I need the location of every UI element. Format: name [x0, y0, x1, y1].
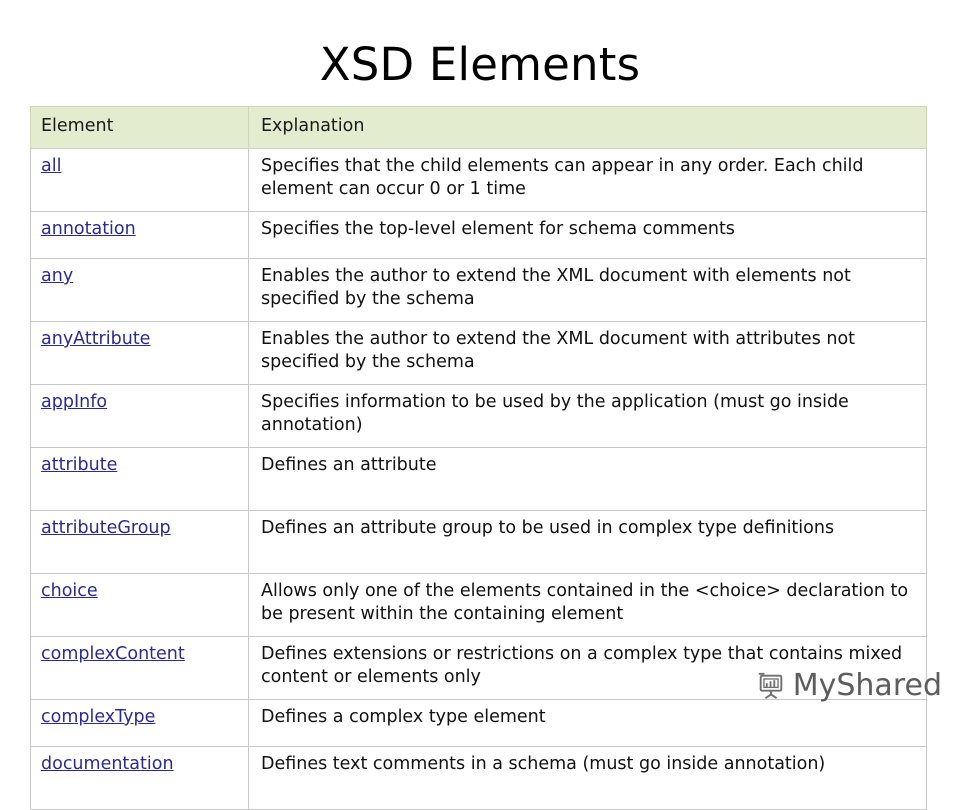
table-row: all Specifies that the child elements can…	[30, 148, 927, 212]
element-cell: all	[30, 148, 249, 212]
element-link[interactable]: complexType	[41, 707, 155, 727]
table-row: any Enables the author to extend the XML …	[30, 258, 927, 322]
element-cell: appInfo	[30, 384, 249, 448]
table-row: annotation Specifies the top-level elemen…	[30, 211, 927, 259]
element-cell: attribute	[30, 447, 249, 511]
element-link[interactable]: complexContent	[41, 644, 185, 664]
table-row: documentation Defines text comments in a …	[30, 746, 927, 810]
explanation-cell: Specifies that the child elements can ap…	[248, 148, 927, 212]
element-cell: choice	[30, 573, 249, 637]
explanation-cell: Defines an attribute group to be used in…	[248, 510, 927, 574]
table-row: attribute Defines an attribute	[30, 447, 927, 511]
table-header: Element Explanation	[30, 106, 927, 149]
explanation-cell: Defines extensions or restrictions on a …	[248, 636, 927, 700]
table-row: appInfo Specifies information to be used …	[30, 384, 927, 448]
slide: XSD Elements Element Explanation all Spec…	[0, 0, 960, 810]
element-link[interactable]: anyAttribute	[41, 329, 150, 349]
table-row: complexType Defines a complex type elemen…	[30, 699, 927, 747]
table-row: anyAttribute Enables the author to extend…	[30, 321, 927, 385]
element-cell: anyAttribute	[30, 321, 249, 385]
element-cell: annotation	[30, 211, 249, 259]
explanation-cell: Allows only one of the elements containe…	[248, 573, 927, 637]
page-title: XSD Elements	[319, 38, 641, 91]
explanation-cell: Defines an attribute	[248, 447, 927, 511]
table-body: all Specifies that the child elements can…	[30, 148, 927, 810]
element-cell: complexType	[30, 699, 249, 747]
explanation-cell: Enables the author to extend the XML doc…	[248, 321, 927, 385]
element-link[interactable]: documentation	[41, 754, 174, 774]
explanation-cell: Specifies the top-level element for sche…	[248, 211, 927, 259]
element-cell: complexContent	[30, 636, 249, 700]
table-header-row: Element Explanation	[30, 106, 927, 149]
table-row: choice Allows only one of the elements co…	[30, 573, 927, 637]
column-header-explanation: Explanation	[248, 106, 927, 149]
column-header-element: Element	[30, 106, 249, 149]
explanation-cell: Defines a complex type element	[248, 699, 927, 747]
element-link[interactable]: appInfo	[41, 392, 107, 412]
element-cell: attributeGroup	[30, 510, 249, 574]
element-link[interactable]: all	[41, 156, 61, 176]
table-row: complexContent Defines extensions or rest…	[30, 636, 927, 700]
element-cell: any	[30, 258, 249, 322]
explanation-cell: Specifies information to be used by the …	[248, 384, 927, 448]
element-link[interactable]: attribute	[41, 455, 117, 475]
element-link[interactable]: any	[41, 266, 73, 286]
element-link[interactable]: choice	[41, 581, 98, 601]
explanation-cell: Enables the author to extend the XML doc…	[248, 258, 927, 322]
table-row: attributeGroup Defines an attribute group…	[30, 510, 927, 574]
element-link[interactable]: annotation	[41, 219, 136, 239]
xsd-elements-table: Element Explanation all Specifies that th…	[30, 106, 927, 810]
element-cell: documentation	[30, 746, 249, 810]
explanation-cell: Defines text comments in a schema (must …	[248, 746, 927, 810]
element-link[interactable]: attributeGroup	[41, 518, 171, 538]
